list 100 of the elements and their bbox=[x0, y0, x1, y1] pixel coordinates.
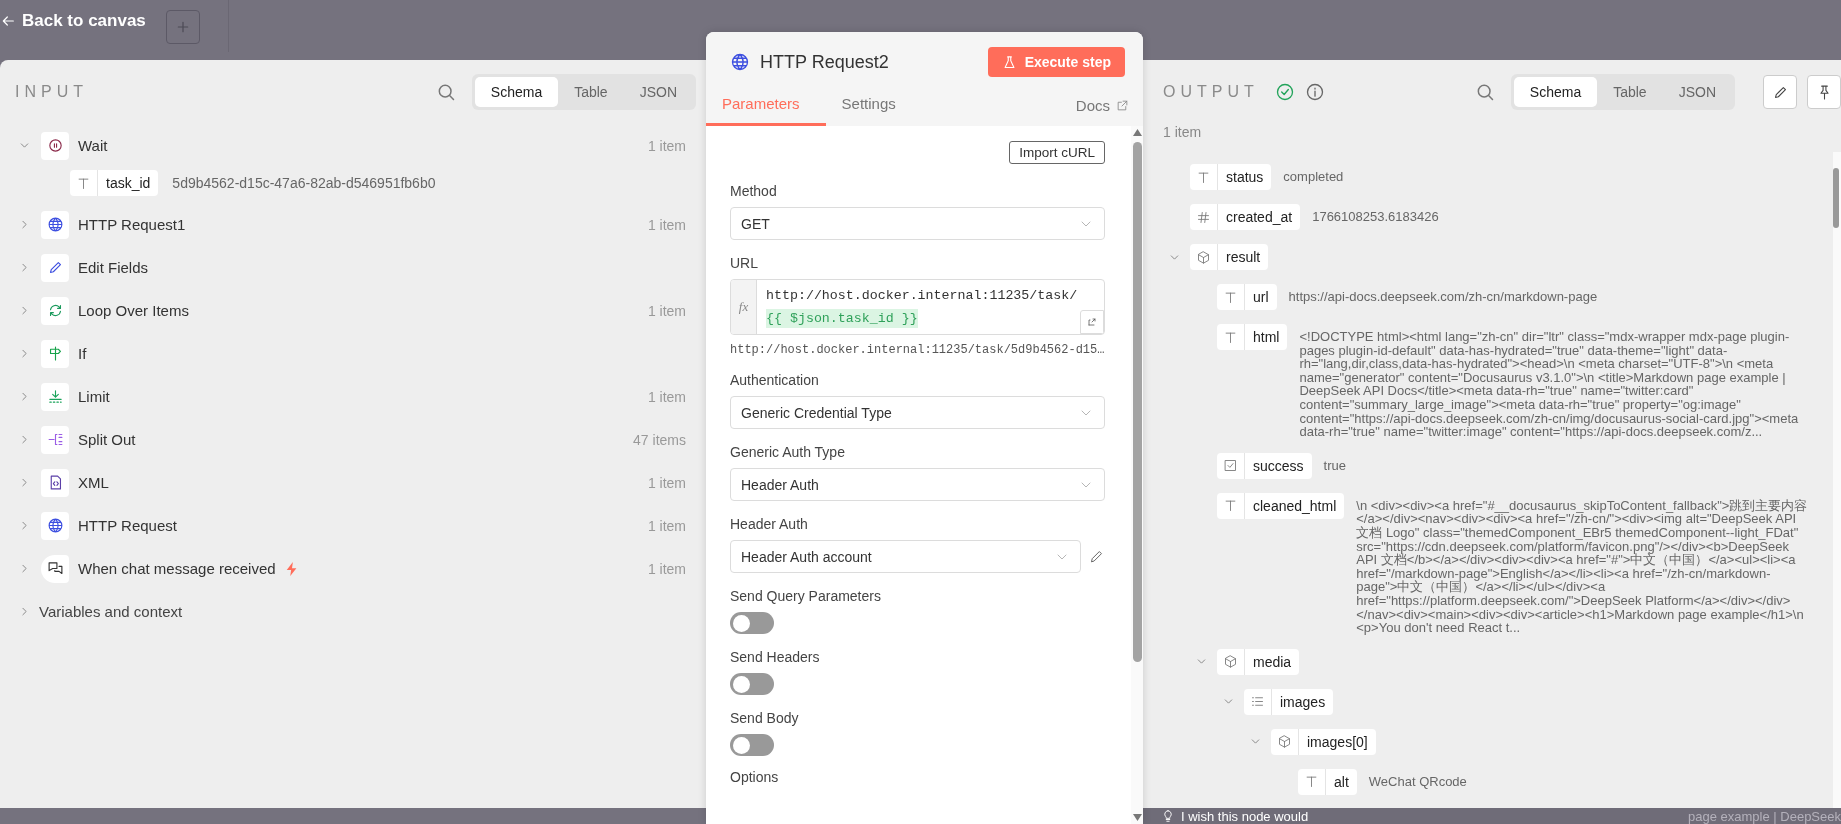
node-name: Edit Fields bbox=[78, 259, 149, 276]
toggle-switch[interactable] bbox=[730, 612, 774, 634]
chat-bubbles-icon bbox=[46, 560, 64, 577]
view-tab[interactable]: Schema bbox=[474, 77, 559, 107]
cube-icon bbox=[1277, 734, 1292, 750]
node-name: Split Out bbox=[78, 431, 136, 448]
scroll-down-triangle-icon[interactable] bbox=[1132, 814, 1142, 821]
item-count: 1 item bbox=[647, 216, 686, 233]
field-value: <!DOCTYPE html><html lang="zh-cn" dir="ltr" class="mdx-wrapper mdx-page plugin-pages plugin-id-default" data-has-hydrated="true" data-theme="light" data-rh="lang,dir,class,data-has-hydrated"><head>\n <meta charset="UTF-8">\n <meta name="generator" content="Docusaurus v3.1.0">\n <title>Markdown page example | DeepSeek API Docs</title><meta data-rh="true" name="twitter:card" content="summary_large_image"><meta data-rh="true" property="og:image" content="https://api-docs.deepseek.com/zh-cn/img/docusaurus-social-card.jpg"><meta data-rh="true" name="twitter:image" content="https://api-docs.deepseek.com/z... bbox=[1299, 328, 1800, 439]
text-type-icon bbox=[1304, 774, 1319, 790]
node-name: HTTP Request bbox=[78, 517, 177, 534]
split-icon bbox=[46, 431, 64, 448]
text-type-icon bbox=[1196, 169, 1211, 185]
canvas-node-text: page example | DeepSeek bbox=[1688, 808, 1841, 824]
import-curl-button[interactable]: Import cURL bbox=[1009, 141, 1105, 164]
item-count: 1 item bbox=[647, 517, 686, 534]
item-count: 47 items bbox=[633, 431, 686, 448]
dropdown-field[interactable]: GET bbox=[730, 207, 1105, 240]
scroll-up-triangle-icon[interactable] bbox=[1132, 129, 1142, 136]
field-key: images bbox=[1272, 693, 1334, 710]
field-key: created_at bbox=[1218, 209, 1301, 225]
view-tab[interactable]: Schema bbox=[1513, 77, 1598, 107]
field-key: result bbox=[1218, 249, 1269, 265]
field-key: images[0] bbox=[1299, 733, 1376, 750]
field-label: Generic Auth Type bbox=[730, 444, 846, 460]
text-type-icon bbox=[1223, 329, 1238, 345]
view-tab[interactable]: JSON bbox=[1662, 77, 1732, 107]
globe-icon bbox=[730, 52, 750, 72]
globe-icon bbox=[46, 517, 64, 534]
field-label: Send Query Parameters bbox=[730, 588, 882, 604]
feedback-prompt[interactable]: I wish this node would bbox=[1181, 808, 1309, 824]
lightbulb-icon bbox=[1161, 809, 1175, 823]
cube-icon bbox=[1223, 654, 1238, 670]
field-value: true bbox=[1323, 456, 1347, 473]
view-tab[interactable]: JSON bbox=[623, 77, 693, 107]
node-name: Limit bbox=[78, 388, 110, 405]
field-value: WeChat QRcode bbox=[1368, 772, 1468, 789]
field-key: alt bbox=[1326, 773, 1357, 790]
item-count: 1 item bbox=[647, 560, 686, 577]
toggle-switch[interactable] bbox=[730, 673, 774, 695]
field-key: url bbox=[1245, 289, 1277, 305]
node-name: XML bbox=[78, 474, 109, 491]
node-title: HTTP Request2 bbox=[760, 51, 890, 73]
field-value: 1766108253.6183426 bbox=[1312, 208, 1440, 224]
text-type-icon bbox=[1223, 289, 1238, 305]
node-name: Wait bbox=[78, 137, 108, 154]
view-tab[interactable]: Table bbox=[558, 77, 624, 107]
scrollbar-thumb[interactable] bbox=[1132, 142, 1142, 662]
item-count: 1 item bbox=[647, 388, 686, 405]
field-value: completed bbox=[1283, 168, 1345, 184]
dropdown-field[interactable]: Header Auth bbox=[730, 468, 1105, 501]
scrollbar-thumb[interactable] bbox=[1833, 168, 1839, 228]
field-key: status bbox=[1218, 169, 1272, 185]
dropdown-field[interactable]: Generic Credential Type bbox=[730, 396, 1105, 429]
field-key: html bbox=[1245, 329, 1288, 345]
toggle-switch[interactable] bbox=[730, 734, 774, 756]
item-count: 1 item bbox=[1162, 124, 1203, 142]
text-type-icon bbox=[1223, 498, 1238, 514]
arrow-left-icon bbox=[0, 13, 16, 29]
node-name: Loop Over Items bbox=[78, 302, 189, 319]
checkbox-icon bbox=[1223, 458, 1238, 474]
item-count: 1 item bbox=[647, 302, 686, 319]
section-label: Options bbox=[730, 769, 780, 785]
info-icon[interactable] bbox=[1304, 82, 1325, 102]
node-name: When chat message received bbox=[78, 560, 276, 577]
panel-title: INPUT bbox=[15, 83, 89, 101]
text-type-icon bbox=[76, 175, 91, 191]
item-count: 1 item bbox=[647, 474, 686, 491]
view-tab[interactable]: Table bbox=[1597, 77, 1663, 107]
section-label: Variables and context bbox=[39, 603, 183, 620]
field-label: Authentication bbox=[730, 372, 820, 388]
pin-button[interactable] bbox=[1807, 75, 1841, 109]
field-key: media bbox=[1245, 653, 1300, 670]
field-value: https://api-docs.deepseek.com/zh-cn/markdown-page bbox=[1288, 288, 1599, 304]
field-label: Method bbox=[730, 183, 778, 199]
cube-icon bbox=[1196, 249, 1211, 265]
node-name: HTTP Request1 bbox=[78, 216, 186, 233]
hash-icon bbox=[1196, 209, 1211, 225]
flask-icon bbox=[1001, 54, 1017, 70]
field-label: Header Auth bbox=[730, 516, 809, 532]
download-arrow-icon bbox=[46, 388, 64, 405]
field-key: cleaned_html bbox=[1245, 497, 1345, 514]
dropdown-field[interactable]: Header Auth account bbox=[730, 540, 1081, 573]
back-to-canvas-link[interactable]: Back to canvas bbox=[0, 8, 150, 34]
field-value: \n <div><div><a href="#__docusaurus_skipToContent_fallback">跳到主要内容</a></div><nav><div><div><a href="/zh-cn/"><div><img alt="DeepSeek API 文档 Logo" class="themedComponent_EBr5 themedComponent--light_FDat" src="https://cdn.deepseek.com/platform/favicon.png"/></div><b>DeepSeek API 文档</b></a></div><div><div><a href="#">中文（中国）</a><ul><li><a href="/markdown-page">English</a></li><li><a href="/zh-cn/markdown-page">中文（中国）</a></li></ul></div><a href="https://platform.deepseek.com/">DeepSeek Platform</a></div></div></nav><div><main><div><div><article><h1>Markdown page example</h1>\n <p>You don't need React t... bbox=[1356, 496, 1809, 635]
external-link-icon bbox=[1116, 99, 1129, 112]
field-value: 5d9b4562-d15c-47a6-82ab-d546951fb6b0 bbox=[172, 175, 436, 191]
edit-button[interactable] bbox=[1763, 75, 1797, 109]
resolved-url-preview: http://host.docker.internal:11235/task/5d9b4562-d15… bbox=[730, 343, 1105, 357]
edit-icon[interactable] bbox=[1088, 548, 1105, 565]
field-label: Send Headers bbox=[730, 649, 821, 665]
field-label: URL bbox=[730, 255, 759, 271]
execute-step-button[interactable]: Execute step bbox=[987, 47, 1125, 77]
add-button[interactable] bbox=[165, 10, 200, 44]
panel-title: OUTPUT bbox=[1163, 83, 1259, 101]
item-count: 1 item bbox=[647, 137, 686, 154]
field-label: Send Body bbox=[730, 710, 800, 726]
docs-link[interactable]: Docs bbox=[1075, 97, 1129, 126]
pause-icon bbox=[46, 137, 64, 154]
node-name: If bbox=[78, 345, 87, 362]
